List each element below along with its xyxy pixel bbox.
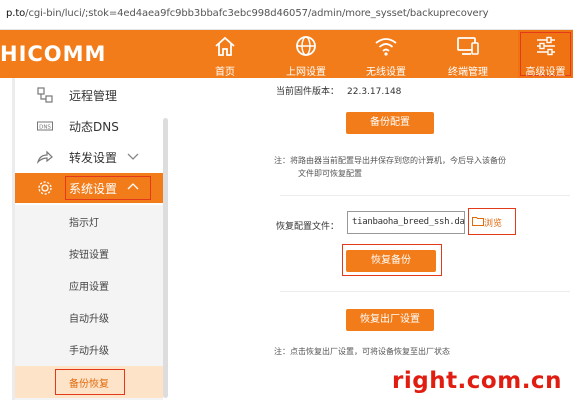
- submenu-item-label: 指示灯: [69, 218, 99, 229]
- devices-icon: [457, 37, 479, 55]
- submenu-item-backup[interactable]: 备份恢复: [15, 366, 163, 398]
- remote-icon: [37, 87, 53, 103]
- folder-icon: [472, 217, 484, 226]
- url-text: p.to/cgi-bin/luci/;stok=4ed4aea9fc9bb3bb…: [6, 8, 489, 19]
- share-icon: [37, 150, 53, 164]
- home-icon: [215, 36, 235, 56]
- nav-internet[interactable]: 上网设置: [272, 30, 340, 78]
- factory-reset-button[interactable]: 恢复出厂设置: [346, 309, 434, 331]
- submenu-item-manual-upgrade[interactable]: 手动升级: [15, 333, 163, 365]
- chevron-up-icon: [127, 183, 139, 190]
- firmware-version: 22.3.17.148: [347, 87, 402, 97]
- submenu-item-label: 备份恢复: [69, 379, 109, 390]
- nav-advanced[interactable]: 高级设置: [518, 30, 573, 78]
- sidebar-item-label: 系统设置: [69, 182, 118, 196]
- restore-file-label: 恢复配置文件：: [276, 222, 340, 232]
- submenu-item-indicator[interactable]: 指示灯: [15, 205, 163, 237]
- browse-button[interactable]: 浏览: [468, 208, 516, 235]
- submenu-item-label: 应用设置: [69, 282, 109, 293]
- nav-advanced-label: 高级设置: [525, 67, 566, 78]
- firmware-label: 当前固件版本：: [276, 87, 340, 97]
- nav-devices[interactable]: 终端管理: [434, 30, 502, 78]
- factory-note: 注：点击恢复出厂设置，可将设备恢复至出厂状态: [274, 347, 450, 356]
- submenu-item-apps[interactable]: 应用设置: [15, 269, 163, 301]
- wifi-icon: [375, 38, 397, 56]
- firmware-row: 当前固件版本： 22.3.17.148: [276, 84, 401, 97]
- submenu-item-label: 自动升级: [69, 314, 109, 325]
- submenu-item-buttons[interactable]: 按钮设置: [15, 237, 163, 269]
- sidebar-item-ddns[interactable]: DNS 动态DNS: [15, 111, 163, 141]
- sidebar-item-system[interactable]: 系统设置: [15, 173, 163, 203]
- sliders-icon: [536, 36, 555, 56]
- chevron-down-icon: [127, 153, 139, 160]
- brand-logo: HICOMM: [0, 42, 107, 66]
- svg-text:DNS: DNS: [39, 125, 51, 131]
- backup-config-button[interactable]: 备份配置: [346, 112, 434, 134]
- divider: [280, 291, 570, 292]
- submenu-item-label: 手动升级: [69, 346, 109, 357]
- nav-wireless-label: 无线设置: [366, 67, 406, 78]
- browse-label: 浏览: [484, 219, 503, 229]
- sidebar-scrollbar[interactable]: [163, 118, 168, 398]
- sidebar-item-label: 远程管理: [69, 89, 118, 103]
- nav-devices-label: 终端管理: [448, 67, 488, 78]
- sidebar-item-label: 转发设置: [69, 151, 118, 165]
- divider: [280, 195, 570, 196]
- nav-internet-label: 上网设置: [286, 67, 326, 78]
- backup-note-line-1: 注：将路由器当前配置导出并保存到您的计算机，今后导入该备份: [274, 156, 506, 165]
- restore-file-input[interactable]: tianbaoha_breed_ssh.dat: [347, 211, 465, 234]
- address-bar[interactable]: p.to/cgi-bin/luci/;stok=4ed4aea9fc9bb3bb…: [0, 0, 573, 30]
- main-content: 当前固件版本： 22.3.17.148 备份配置 注：将路由器当前配置导出并保存到…: [172, 78, 573, 400]
- nav-wireless[interactable]: 无线设置: [352, 30, 420, 78]
- watermark: right.com.cn: [392, 368, 562, 394]
- sidebar: 远程管理 DNS 动态DNS 转发设置 系统设置 指示灯 按钮设置 应用设置 自…: [0, 78, 170, 400]
- sidebar-item-label: 动态DNS: [69, 120, 119, 134]
- dns-icon: DNS: [37, 121, 53, 131]
- gear-icon: [38, 181, 52, 195]
- top-nav-bar: HICOMM 首页 上网设置 无线设置 终端管理 高级设置: [0, 30, 573, 78]
- backup-note-line-2: 文件即可恢复配置: [298, 169, 362, 178]
- sidebar-item-forwarding[interactable]: 转发设置: [15, 142, 163, 172]
- nav-home-label: 首页: [215, 67, 235, 78]
- submenu-item-auto-upgrade[interactable]: 自动升级: [15, 301, 163, 333]
- sidebar-item-remote[interactable]: 远程管理: [15, 80, 163, 110]
- nav-home[interactable]: 首页: [196, 30, 254, 78]
- globe-icon: [296, 36, 316, 56]
- submenu-item-label: 按钮设置: [69, 250, 109, 261]
- restore-backup-button[interactable]: 恢复备份: [346, 250, 436, 272]
- submenu-list: 指示灯 按钮设置 应用设置 自动升级 手动升级 备份恢复: [15, 205, 163, 400]
